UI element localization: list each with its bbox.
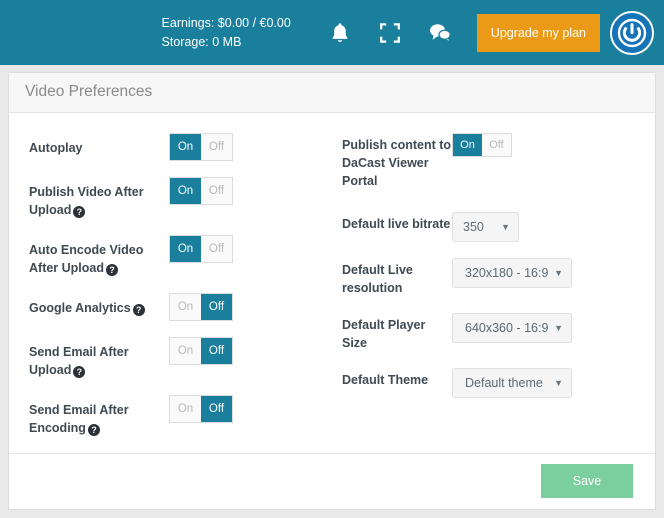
select-value: Default theme — [465, 375, 543, 390]
video-preferences-panel: Video Preferences Autoplay On Off Publis… — [8, 72, 656, 510]
toggle-off-segment[interactable]: Off — [201, 395, 232, 422]
setting-label-text: Publish Video After Upload — [29, 184, 144, 217]
chevron-down-icon: ▼ — [554, 377, 563, 388]
help-icon[interactable]: ? — [106, 263, 118, 276]
right-settings-column: Publish content to DaCast Viewer Portal … — [329, 132, 649, 453]
help-icon[interactable]: ? — [73, 365, 86, 378]
bell-icon[interactable] — [323, 16, 357, 50]
toggle-off-segment[interactable]: Off — [482, 133, 511, 156]
setting-label-text: Send Email After Encoding — [29, 402, 129, 435]
help-icon[interactable]: ? — [87, 423, 100, 436]
default-live-resolution-select[interactable]: 320x180 - 16:9 ▼ — [452, 257, 572, 288]
storage-text: Storage: 0 MB — [161, 34, 242, 49]
toggle-on-segment[interactable]: On — [170, 337, 201, 364]
setting-label: Auto Encode Video After Upload? — [29, 235, 169, 277]
select-value: 320x180 - 16:9 — [465, 265, 549, 280]
toggle-off-segment[interactable]: Off — [201, 293, 232, 320]
toggle-on-segment[interactable]: On — [170, 293, 201, 320]
chevron-down-icon: ▼ — [554, 322, 563, 333]
chevron-down-icon: ▼ — [501, 221, 510, 232]
toggle-on-segment[interactable]: On — [170, 177, 201, 204]
help-icon[interactable]: ? — [73, 205, 86, 218]
save-button[interactable]: Save — [541, 464, 633, 499]
setting-label: Publish Video After Upload? — [29, 177, 169, 219]
setting-row-send-email-after-upload: Send Email After Upload? On Off — [29, 336, 329, 379]
setting-row-google-analytics: Google Analytics? On Off — [29, 292, 329, 321]
setting-row-default-live-resolution: Default Live resolution 320x180 - 16:9 ▼ — [342, 257, 649, 297]
setting-label-text: Autoplay — [29, 140, 83, 155]
toggle-off-segment[interactable]: Off — [201, 133, 232, 160]
toggle-on-segment[interactable]: On — [170, 235, 201, 262]
chevron-down-icon: ▼ — [554, 267, 563, 278]
toggle-on-segment[interactable]: On — [453, 133, 482, 156]
default-player-size-select[interactable]: 640x360 - 16:9 ▼ — [452, 312, 572, 343]
autoplay-toggle[interactable]: On Off — [169, 132, 233, 161]
auto-encode-video-after-upload-toggle[interactable]: On Off — [169, 234, 233, 263]
send-email-after-upload-toggle[interactable]: On Off — [169, 336, 233, 365]
default-theme-select[interactable]: Default theme ▼ — [452, 367, 572, 398]
setting-row-default-player-size: Default Player Size 640x360 - 16:9 ▼ — [342, 312, 649, 352]
panel-body: Autoplay On Off Publish Video After Uplo… — [9, 113, 655, 453]
toggle-off-segment[interactable]: Off — [201, 235, 232, 262]
setting-row-publish-to-viewer-portal: Publish content to DaCast Viewer Portal … — [342, 132, 649, 190]
publish-video-after-upload-toggle[interactable]: On Off — [169, 176, 233, 205]
upgrade-plan-button[interactable]: Upgrade my plan — [476, 13, 600, 52]
setting-row-default-theme: Default Theme Default theme ▼ — [342, 367, 649, 398]
chat-icon[interactable] — [423, 16, 457, 50]
google-analytics-toggle[interactable]: On Off — [169, 292, 233, 321]
setting-label: Send Email After Encoding? — [29, 395, 169, 437]
setting-label: Publish content to DaCast Viewer Portal — [342, 137, 452, 188]
account-stats: Earnings: $0.00 / €0.00 Storage: 0 MB — [162, 14, 291, 52]
setting-row-auto-encode-video-after-upload: Auto Encode Video After Upload? On Off — [29, 234, 329, 277]
select-value: 350 — [463, 219, 484, 234]
setting-label: Default Live resolution — [342, 262, 413, 295]
panel-footer: Save — [9, 452, 655, 509]
toggle-off-segment[interactable]: Off — [201, 177, 232, 204]
setting-label: Default live bitrate — [342, 216, 451, 231]
panel-header: Video Preferences — [9, 73, 655, 113]
setting-label-text: Auto Encode Video After Upload — [29, 242, 144, 275]
setting-row-autoplay: Autoplay On Off — [29, 132, 329, 161]
setting-label: Google Analytics? — [29, 293, 169, 317]
toggle-off-segment[interactable]: Off — [201, 337, 232, 364]
left-settings-column: Autoplay On Off Publish Video After Uplo… — [9, 132, 329, 453]
select-value: 640x360 - 16:9 — [465, 320, 549, 335]
default-live-bitrate-select[interactable]: 350 ▼ — [452, 211, 519, 242]
publish-viewer-portal-toggle[interactable]: On Off — [452, 132, 512, 157]
setting-row-publish-video-after-upload: Publish Video After Upload? On Off — [29, 176, 329, 219]
power-logo[interactable] — [610, 10, 654, 55]
toggle-on-segment[interactable]: On — [170, 133, 201, 160]
setting-label-text: Google Analytics — [29, 300, 131, 315]
setting-label: Autoplay — [29, 133, 169, 157]
setting-row-default-live-bitrate: Default live bitrate 350 ▼ — [342, 211, 649, 242]
setting-label: Default Player Size — [342, 317, 426, 350]
page-title: Video Preferences — [25, 83, 153, 101]
setting-label: Send Email After Upload? — [29, 337, 169, 379]
earnings-text: Earnings: $0.00 / €0.00 — [161, 15, 291, 30]
help-icon[interactable]: ? — [132, 303, 145, 316]
fullscreen-icon[interactable] — [373, 16, 407, 50]
top-bar: Earnings: $0.00 / €0.00 Storage: 0 MB Up… — [0, 0, 664, 65]
toggle-on-segment[interactable]: On — [170, 395, 201, 422]
setting-label: Default Theme — [342, 372, 429, 387]
setting-row-send-email-after-encoding: Send Email After Encoding? On Off — [29, 394, 329, 437]
send-email-after-encoding-toggle[interactable]: On Off — [169, 394, 233, 423]
